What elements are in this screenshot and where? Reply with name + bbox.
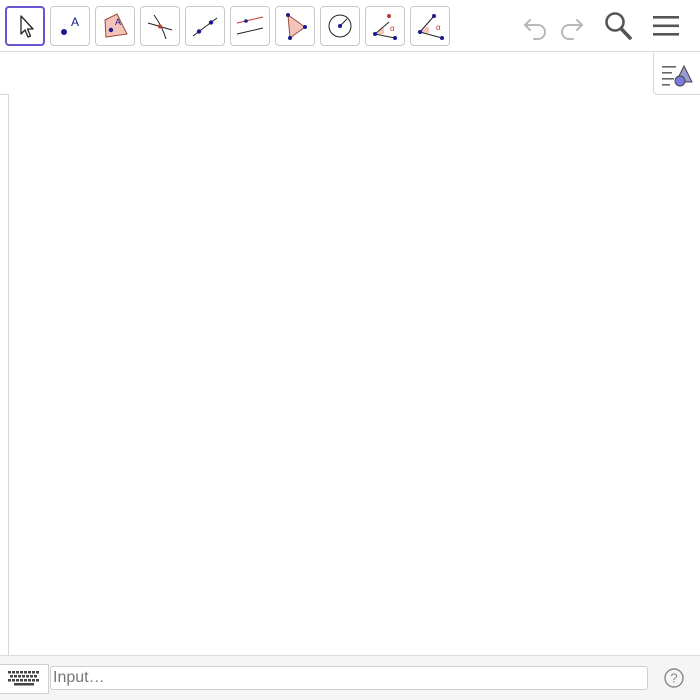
angle-given-size-tool-button[interactable]: α	[410, 6, 450, 46]
search-button[interactable]	[600, 8, 636, 44]
polygon-icon	[286, 13, 307, 40]
virtual-keyboard-button[interactable]	[0, 664, 49, 694]
undo-icon	[524, 19, 546, 40]
point-on-object-icon: A	[104, 13, 128, 38]
keyboard-icon	[8, 671, 39, 686]
undo-button[interactable]	[517, 8, 553, 44]
input-bar: ?	[0, 655, 700, 700]
redo-icon	[561, 19, 583, 40]
style-bar-icon	[662, 64, 693, 86]
main-menu-button[interactable]	[648, 8, 684, 44]
move-tool-button[interactable]	[5, 6, 45, 46]
angle-given-size-tool-label: α	[436, 23, 441, 32]
angle-icon: α	[373, 14, 397, 40]
angle-tool-label: α	[390, 24, 395, 33]
algebra-view-border	[0, 95, 9, 655]
graphics-view[interactable]	[9, 53, 700, 655]
hamburger-menu-icon	[653, 16, 679, 36]
parallel-line-icon	[236, 16, 264, 35]
toolbar: A A α α	[0, 0, 700, 52]
parallel-line-tool-button[interactable]	[230, 6, 270, 46]
circle-tool-button[interactable]	[320, 6, 360, 46]
line-tool-button[interactable]	[185, 6, 225, 46]
input-help-button[interactable]: ?	[663, 667, 685, 689]
point-tool-label: A	[71, 15, 79, 29]
intersect-tool-button[interactable]	[140, 6, 180, 46]
move-arrow-icon	[20, 15, 34, 38]
angle-given-size-icon: α	[418, 14, 444, 40]
angle-tool-button[interactable]: α	[365, 6, 405, 46]
geogebra-app: A A α α Input… ?	[0, 0, 700, 700]
polygon-tool-button[interactable]	[275, 6, 315, 46]
svg-text:?: ?	[670, 671, 677, 686]
point-on-object-tool-button[interactable]: A	[95, 6, 135, 46]
intersect-icon	[147, 14, 173, 40]
line-through-two-points-icon	[192, 17, 218, 37]
point-on-object-tool-label: A	[115, 17, 121, 27]
point-tool-button[interactable]: A	[50, 6, 90, 46]
style-bar-toggle-button[interactable]	[653, 53, 700, 95]
algebra-input-field[interactable]	[50, 666, 648, 690]
search-icon	[605, 12, 632, 40]
circle-with-center-icon	[328, 14, 352, 38]
redo-button[interactable]	[554, 8, 590, 44]
point-icon: A	[61, 15, 79, 35]
help-icon: ?	[664, 668, 684, 688]
